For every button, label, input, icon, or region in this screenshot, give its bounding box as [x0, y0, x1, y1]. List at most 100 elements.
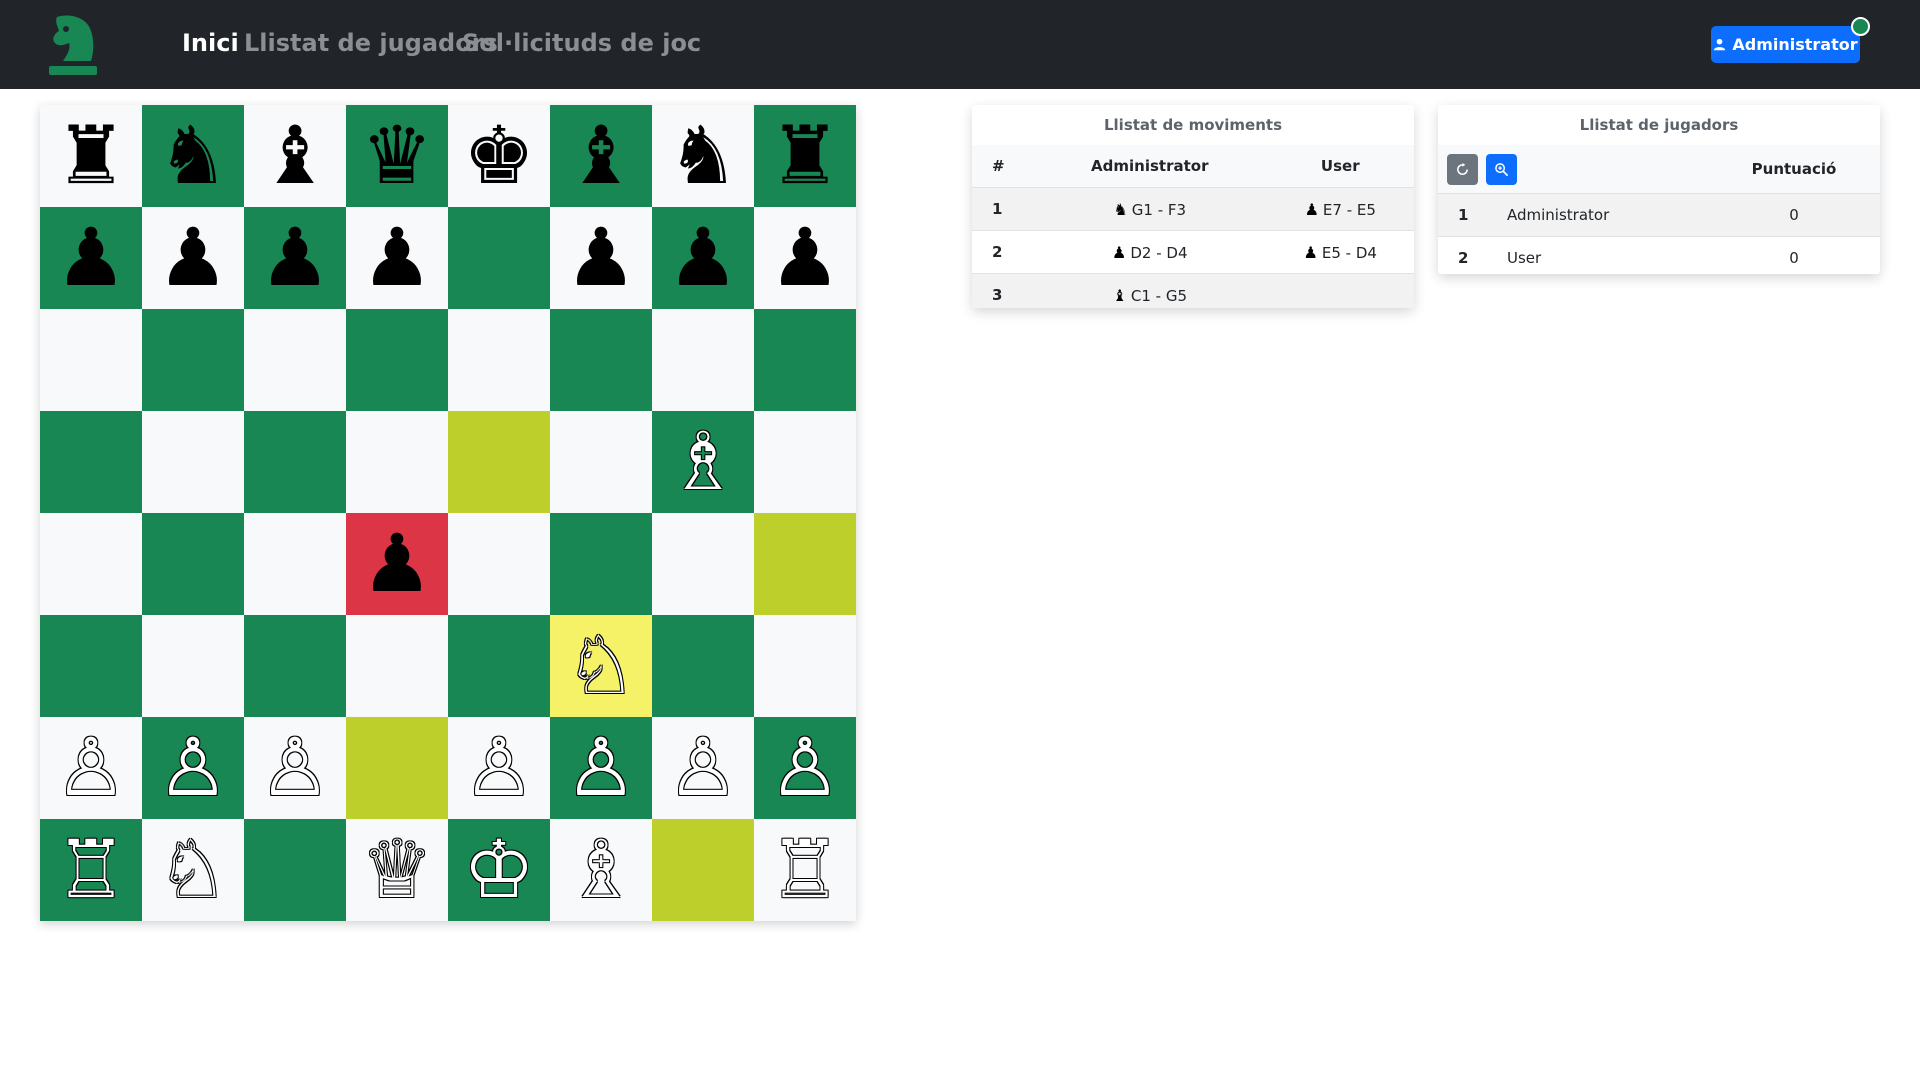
- black-king-icon[interactable]: ♚: [463, 116, 535, 196]
- black-pawn-icon[interactable]: ♟: [361, 524, 433, 604]
- square-c3[interactable]: [244, 615, 346, 717]
- square-h2[interactable]: ♙: [754, 717, 856, 819]
- nav-link-home[interactable]: Inici: [182, 29, 239, 57]
- black-bishop-icon[interactable]: ♝: [259, 116, 331, 196]
- square-f5[interactable]: [550, 411, 652, 513]
- white-king-icon[interactable]: ♔: [463, 830, 535, 910]
- black-pawn-icon[interactable]: ♟: [259, 218, 331, 298]
- square-a8[interactable]: ♜: [40, 105, 142, 207]
- square-e1[interactable]: ♔: [448, 819, 550, 921]
- square-c6[interactable]: [244, 309, 346, 411]
- black-pawn-icon[interactable]: ♟: [361, 218, 433, 298]
- search-button[interactable]: [1486, 153, 1518, 185]
- black-pawn-icon[interactable]: ♟: [769, 218, 841, 298]
- square-a3[interactable]: [40, 615, 142, 717]
- black-rook-icon[interactable]: ♜: [769, 116, 841, 196]
- square-f3[interactable]: ♘: [550, 615, 652, 717]
- white-pawn-icon[interactable]: ♙: [769, 728, 841, 808]
- square-f1[interactable]: ♗: [550, 819, 652, 921]
- square-g2[interactable]: ♙: [652, 717, 754, 819]
- white-pawn-icon[interactable]: ♙: [565, 728, 637, 808]
- square-f8[interactable]: ♝: [550, 105, 652, 207]
- white-bishop-icon[interactable]: ♗: [667, 422, 739, 502]
- square-a7[interactable]: ♟: [40, 207, 142, 309]
- square-f6[interactable]: [550, 309, 652, 411]
- square-a1[interactable]: ♖: [40, 819, 142, 921]
- player-row[interactable]: 1 Administrator 0: [1438, 193, 1880, 237]
- white-pawn-icon[interactable]: ♙: [55, 728, 127, 808]
- square-a5[interactable]: [40, 411, 142, 513]
- square-d6[interactable]: [346, 309, 448, 411]
- square-e6[interactable]: [448, 309, 550, 411]
- black-pawn-icon[interactable]: ♟: [157, 218, 229, 298]
- refresh-button[interactable]: [1447, 153, 1478, 185]
- nav-link-game-requests[interactable]: Sol·licituds de joc: [462, 29, 701, 57]
- square-d1[interactable]: ♕: [346, 819, 448, 921]
- square-e3[interactable]: [448, 615, 550, 717]
- square-b5[interactable]: [142, 411, 244, 513]
- square-f4[interactable]: [550, 513, 652, 615]
- black-queen-icon[interactable]: ♛: [361, 116, 433, 196]
- black-pawn-icon[interactable]: ♟: [55, 218, 127, 298]
- square-b6[interactable]: [142, 309, 244, 411]
- white-rook-icon[interactable]: ♖: [769, 830, 841, 910]
- square-c5[interactable]: [244, 411, 346, 513]
- white-bishop-icon[interactable]: ♗: [565, 830, 637, 910]
- white-knight-icon[interactable]: ♘: [565, 626, 637, 706]
- square-h4[interactable]: [754, 513, 856, 615]
- square-c1[interactable]: [244, 819, 346, 921]
- square-h1[interactable]: ♖: [754, 819, 856, 921]
- square-d4[interactable]: ♟: [346, 513, 448, 615]
- square-h8[interactable]: ♜: [754, 105, 856, 207]
- square-c2[interactable]: ♙: [244, 717, 346, 819]
- square-a4[interactable]: [40, 513, 142, 615]
- user-menu-button[interactable]: Administrator: [1711, 26, 1860, 63]
- square-b7[interactable]: ♟: [142, 207, 244, 309]
- white-queen-icon[interactable]: ♕: [361, 830, 433, 910]
- square-c7[interactable]: ♟: [244, 207, 346, 309]
- square-d2[interactable]: [346, 717, 448, 819]
- square-a2[interactable]: ♙: [40, 717, 142, 819]
- square-g6[interactable]: [652, 309, 754, 411]
- square-g5[interactable]: ♗: [652, 411, 754, 513]
- black-knight-icon[interactable]: ♞: [157, 116, 229, 196]
- square-e4[interactable]: [448, 513, 550, 615]
- square-b3[interactable]: [142, 615, 244, 717]
- square-b4[interactable]: [142, 513, 244, 615]
- white-pawn-icon[interactable]: ♙: [463, 728, 535, 808]
- white-rook-icon[interactable]: ♖: [55, 830, 127, 910]
- chess-knight-logo-icon[interactable]: [47, 13, 99, 77]
- square-d3[interactable]: [346, 615, 448, 717]
- black-pawn-icon[interactable]: ♟: [667, 218, 739, 298]
- white-pawn-icon[interactable]: ♙: [667, 728, 739, 808]
- square-h5[interactable]: [754, 411, 856, 513]
- square-e7[interactable]: [448, 207, 550, 309]
- square-c4[interactable]: [244, 513, 346, 615]
- square-f7[interactable]: ♟: [550, 207, 652, 309]
- square-d5[interactable]: [346, 411, 448, 513]
- square-d8[interactable]: ♛: [346, 105, 448, 207]
- square-g7[interactable]: ♟: [652, 207, 754, 309]
- black-knight-icon[interactable]: ♞: [667, 116, 739, 196]
- white-pawn-icon[interactable]: ♙: [259, 728, 331, 808]
- square-e8[interactable]: ♚: [448, 105, 550, 207]
- square-g1[interactable]: [652, 819, 754, 921]
- square-g3[interactable]: [652, 615, 754, 717]
- white-knight-icon[interactable]: ♘: [157, 830, 229, 910]
- square-h7[interactable]: ♟: [754, 207, 856, 309]
- square-c8[interactable]: ♝: [244, 105, 346, 207]
- square-b2[interactable]: ♙: [142, 717, 244, 819]
- square-b8[interactable]: ♞: [142, 105, 244, 207]
- square-a6[interactable]: [40, 309, 142, 411]
- square-h6[interactable]: [754, 309, 856, 411]
- square-f2[interactable]: ♙: [550, 717, 652, 819]
- square-h3[interactable]: [754, 615, 856, 717]
- square-e2[interactable]: ♙: [448, 717, 550, 819]
- square-g8[interactable]: ♞: [652, 105, 754, 207]
- square-e5[interactable]: [448, 411, 550, 513]
- black-bishop-icon[interactable]: ♝: [565, 116, 637, 196]
- square-b1[interactable]: ♘: [142, 819, 244, 921]
- nav-link-players-list[interactable]: Llistat de jugadors: [244, 29, 498, 57]
- black-pawn-icon[interactable]: ♟: [565, 218, 637, 298]
- black-rook-icon[interactable]: ♜: [55, 116, 127, 196]
